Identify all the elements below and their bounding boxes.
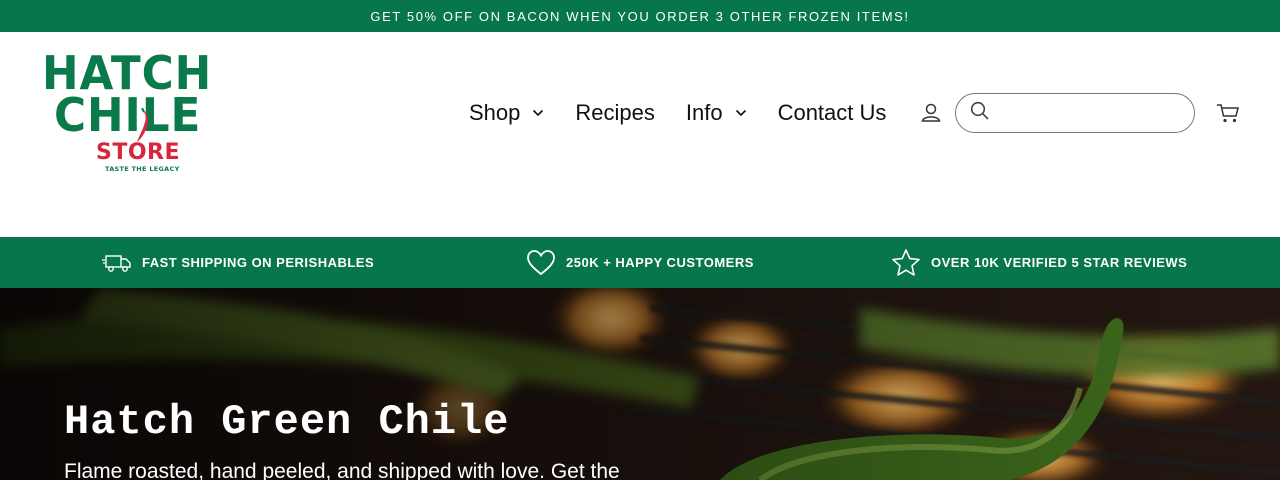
trust-item-label: 250K + HAPPY CUSTOMERS — [566, 255, 754, 270]
trust-item-shipping: FAST SHIPPING ON PERISHABLES — [102, 237, 374, 288]
trust-item-label: FAST SHIPPING ON PERISHABLES — [142, 255, 375, 270]
logo-tagline: TASTE THE LEGACY — [105, 165, 180, 173]
nav-shop[interactable]: Shop — [469, 100, 544, 126]
truck-icon — [102, 254, 131, 272]
announcement-bar: GET 50% OFF ON BACON WHEN YOU ORDER 3 OT… — [0, 0, 1280, 32]
nav-info-label: Info — [685, 100, 723, 125]
chile-pepper-icon — [137, 108, 149, 142]
search-input[interactable] — [998, 98, 1197, 128]
announcement-text: GET 50% OFF ON BACON WHEN YOU ORDER 3 OT… — [370, 8, 910, 24]
nav-contact-us[interactable]: Contact Us — [778, 100, 887, 126]
site-header: HATCH CHILE STORE TASTE THE LEGACY Shop … — [0, 32, 1280, 237]
hero-subtitle: Flame roasted, hand peeled, and shipped … — [64, 460, 620, 480]
nav-contact-us-label: Contact Us — [777, 100, 887, 125]
trust-item-customers: 250K + HAPPY CUSTOMERS — [526, 237, 754, 288]
main-nav: Shop Recipes Info Contact Us — [469, 98, 917, 128]
hero-background-image — [0, 288, 1280, 480]
trust-item-label: OVER 10K VERIFIED 5 STAR REVIEWS — [931, 255, 1188, 270]
logo-line-3: STORE — [96, 140, 181, 165]
hero-title: Hatch Green Chile — [64, 398, 510, 446]
hero-banner: Hatch Green Chile Flame roasted, hand pe… — [0, 288, 1280, 480]
star-icon — [892, 248, 920, 276]
trust-item-reviews: OVER 10K VERIFIED 5 STAR REVIEWS — [891, 237, 1187, 288]
chevron-down-icon — [532, 109, 544, 117]
nav-shop-label: Shop — [469, 100, 521, 125]
cart-icon[interactable] — [1215, 101, 1241, 125]
nav-info[interactable]: Info — [686, 100, 747, 126]
account-icon[interactable] — [920, 102, 942, 124]
store-logo[interactable]: HATCH CHILE STORE TASTE THE LEGACY — [40, 50, 240, 180]
search-box[interactable] — [955, 93, 1197, 133]
heart-icon — [527, 249, 555, 275]
nav-recipes-label: Recipes — [575, 100, 655, 125]
search-icon[interactable] — [970, 101, 990, 126]
trust-bar: FAST SHIPPING ON PERISHABLES 250K + HAPP… — [0, 237, 1280, 288]
nav-recipes[interactable]: Recipes — [575, 100, 654, 126]
chevron-down-icon — [735, 109, 747, 117]
